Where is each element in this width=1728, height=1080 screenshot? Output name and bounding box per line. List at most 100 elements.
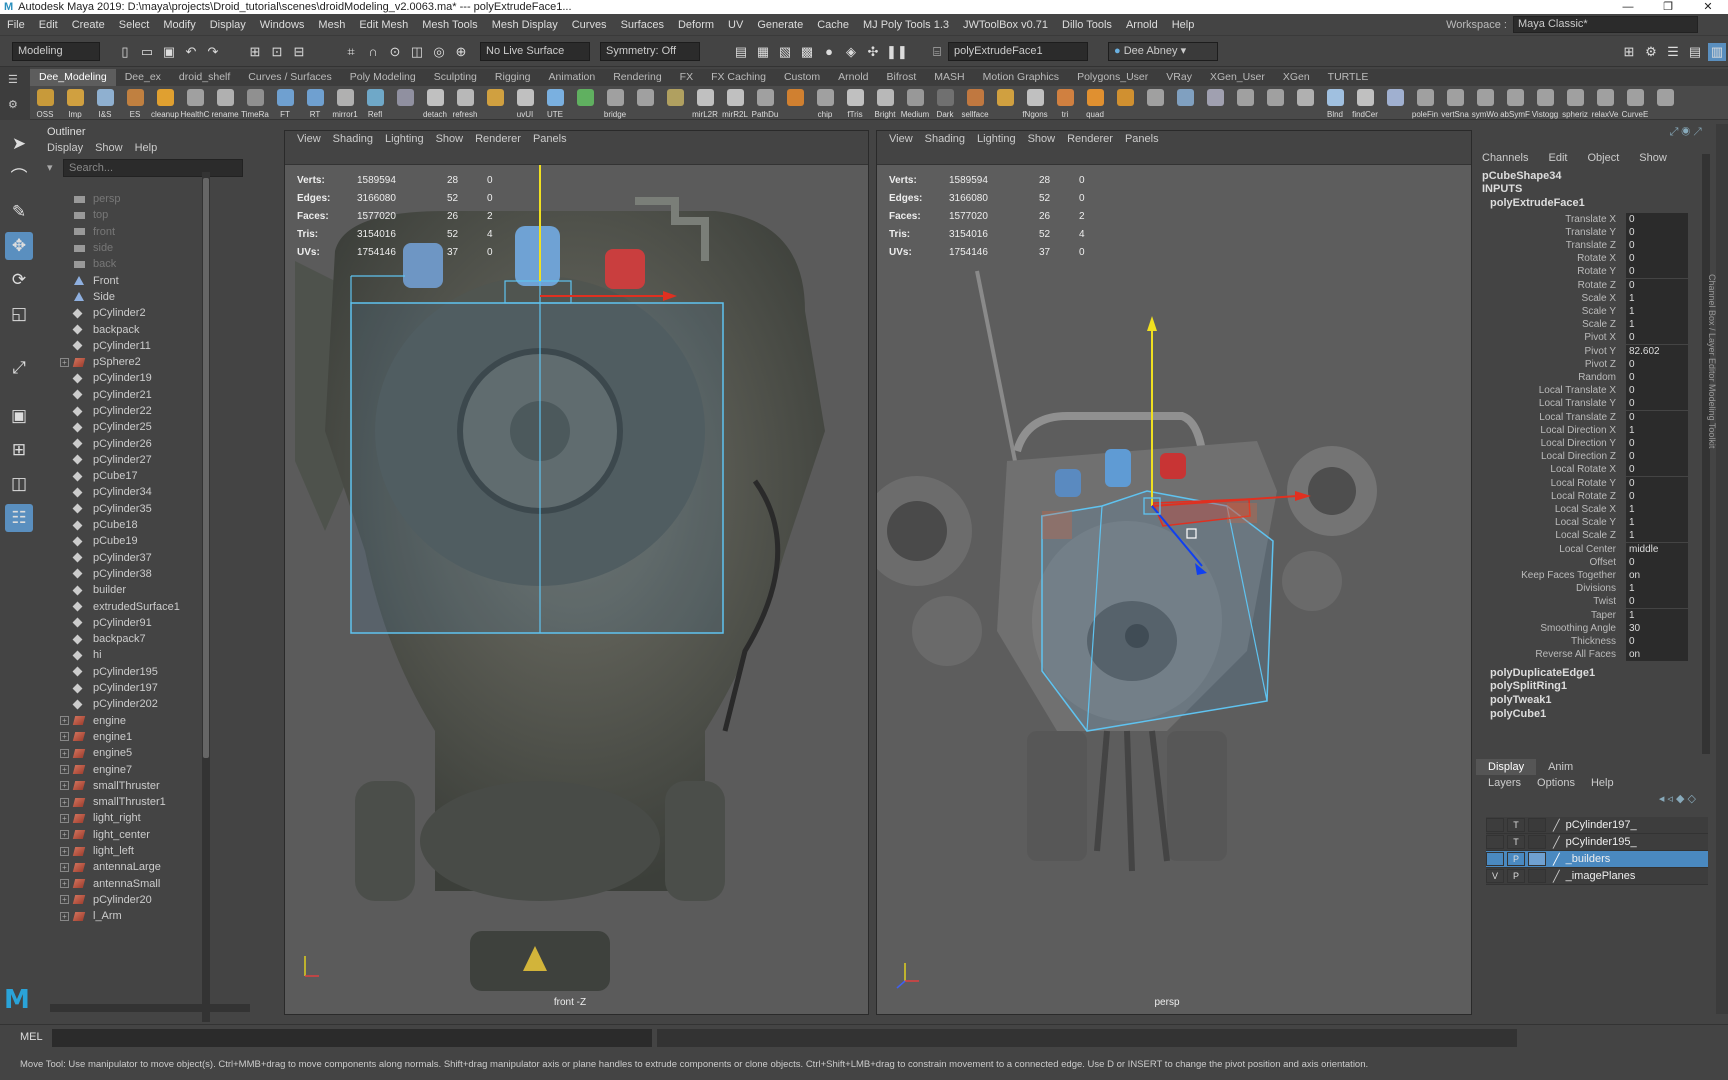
shelf-tab-rigging[interactable]: Rigging — [486, 69, 540, 86]
attribute-value-field[interactable]: 0 — [1626, 384, 1688, 398]
attribute-value-field[interactable]: on — [1626, 568, 1688, 582]
menu-item-mesh-tools[interactable]: Mesh Tools — [415, 14, 484, 36]
attribute-value-field[interactable]: 0 — [1626, 238, 1688, 252]
outliner-item[interactable]: pCylinder27 — [41, 452, 255, 468]
attribute-name[interactable]: Local Rotate Z — [1476, 491, 1626, 502]
scale-tool-icon[interactable]: ◱ — [5, 300, 33, 328]
shelf-button-tool-20[interactable] — [630, 86, 660, 120]
outliner-menu-show[interactable]: Show — [95, 140, 123, 157]
layer-color-swatch[interactable] — [1528, 852, 1546, 866]
attribute-name[interactable]: Rotate X — [1476, 253, 1626, 264]
attribute-row[interactable]: Rotate X0 — [1476, 252, 1698, 266]
attribute-name[interactable]: Local Scale Y — [1476, 517, 1626, 528]
layer-visibility-toggle[interactable] — [1486, 818, 1504, 832]
attribute-name[interactable]: Local Translate X — [1476, 385, 1626, 396]
shelf-tab-curves-surfaces[interactable]: Curves / Surfaces — [239, 69, 340, 86]
render-view-icon[interactable]: ▤ — [732, 43, 750, 61]
attribute-name[interactable]: Pivot Z — [1476, 359, 1626, 370]
outliner-item[interactable]: + l_Arm — [41, 908, 255, 924]
attribute-row[interactable]: Pivot X0 — [1476, 331, 1698, 345]
menu-item-mj-poly-tools-1-3[interactable]: MJ Poly Tools 1.3 — [856, 14, 956, 36]
outliner-item[interactable]: pCylinder26 — [41, 435, 255, 451]
shelf-button-pathdu[interactable]: PathDu — [750, 86, 780, 120]
script-language-label[interactable]: MEL — [20, 1031, 43, 1043]
menu-item-generate[interactable]: Generate — [750, 14, 810, 36]
snap-live-icon[interactable]: ⊕ — [452, 43, 470, 61]
scrollbar-thumb[interactable] — [203, 178, 209, 758]
menu-item-mesh-display[interactable]: Mesh Display — [485, 14, 565, 36]
shelf-button-tool-36[interactable] — [1110, 86, 1140, 120]
outliner-item[interactable]: pCylinder2 — [41, 305, 255, 321]
attribute-row[interactable]: Local Scale X1 — [1476, 502, 1698, 516]
attribute-value-field[interactable]: 1 — [1626, 529, 1688, 543]
attribute-name[interactable]: Scale X — [1476, 293, 1626, 304]
expand-icon[interactable]: + — [60, 716, 69, 726]
outliner-item[interactable]: pCylinder35 — [41, 501, 255, 517]
attribute-name[interactable]: Local Translate Z — [1476, 412, 1626, 423]
outliner-menu-display[interactable]: Display — [47, 140, 83, 157]
channel-menu-object[interactable]: Object — [1587, 152, 1619, 164]
shelf-button-tool-45[interactable] — [1380, 86, 1410, 120]
undo-icon[interactable]: ↶ — [182, 43, 200, 61]
attribute-value-field[interactable]: 30 — [1626, 621, 1688, 635]
layer-display-type-toggle[interactable]: P — [1507, 852, 1525, 866]
attribute-row[interactable]: Scale Y1 — [1476, 304, 1698, 318]
shelf-button-timera[interactable]: TimeRa — [240, 86, 270, 120]
render-settings-icon[interactable]: ▩ — [798, 43, 816, 61]
outliner-item[interactable]: + pSphere2 — [41, 354, 255, 370]
shelf-tab-fx-caching[interactable]: FX Caching — [702, 69, 775, 86]
outliner-item[interactable]: hi — [41, 647, 255, 663]
outliner-item[interactable]: backpack — [41, 321, 255, 337]
shelf-button-tri[interactable]: tri — [1050, 86, 1080, 120]
viewport-menu-panels[interactable]: Panels — [1125, 131, 1159, 147]
attribute-row[interactable]: Local Scale Z1 — [1476, 529, 1698, 543]
attribute-name[interactable]: Keep Faces Together — [1476, 570, 1626, 581]
menu-item-jwtoolbox-v0-71[interactable]: JWToolBox v0.71 — [956, 14, 1055, 36]
shelf-button-medium[interactable]: Medium — [900, 86, 930, 120]
attribute-value-field[interactable]: 0 — [1626, 436, 1688, 450]
outliner-item[interactable]: + pCylinder20 — [41, 892, 255, 908]
attribute-name[interactable]: Local Center — [1476, 544, 1626, 555]
attribute-name[interactable]: Smoothing Angle — [1476, 623, 1626, 634]
shelf-button-rename[interactable]: rename — [210, 86, 240, 120]
viewport-front[interactable]: View Shading Lighting Show Renderer Panels Ve… — [284, 130, 869, 1015]
shelf-button-dark[interactable]: Dark — [930, 86, 960, 120]
shelf-button-oss[interactable]: OSS — [30, 86, 60, 120]
outliner-item[interactable]: + smallThruster1 — [41, 794, 255, 810]
shelf-button-tool-42[interactable] — [1290, 86, 1320, 120]
open-scene-icon[interactable]: ▭ — [138, 43, 156, 61]
menu-item-curves[interactable]: Curves — [565, 14, 614, 36]
shelf-button-rt[interactable]: RT — [300, 86, 330, 120]
viewport-persp[interactable]: View Shading Lighting Show Renderer Panels Ve… — [876, 130, 1472, 1015]
shelf-tab-custom[interactable]: Custom — [775, 69, 829, 86]
shelf-button-tool-15[interactable] — [480, 86, 510, 120]
attribute-value-field[interactable]: 1 — [1626, 516, 1688, 530]
shelf-button-absymf[interactable]: abSymF — [1500, 86, 1530, 120]
shelf-button-ute[interactable]: UTE — [540, 86, 570, 120]
attribute-row[interactable]: Local Translate Y0 — [1476, 397, 1698, 411]
attribute-name[interactable]: Translate Y — [1476, 227, 1626, 238]
attribute-value-field[interactable]: 1 — [1626, 502, 1688, 516]
shelf-button-polefin[interactable]: poleFin — [1410, 86, 1440, 120]
shelf-button-vertsna[interactable]: vertSna — [1440, 86, 1470, 120]
shelf-menu-icon[interactable]: ☰ — [8, 73, 30, 86]
single-pane-icon[interactable]: ▣ — [5, 402, 33, 430]
layer-row[interactable]: P ╱ _builders — [1486, 851, 1708, 868]
outliner-item[interactable]: pCylinder37 — [41, 550, 255, 566]
outliner-item[interactable]: pCylinder38 — [41, 566, 255, 582]
shelf-button-cleanup[interactable]: cleanup — [150, 86, 180, 120]
outliner-item[interactable]: + engine1 — [41, 729, 255, 745]
panel-layout-icon[interactable]: ▥ — [1708, 42, 1726, 61]
input-node-name[interactable]: polyDuplicateEdge1 — [1490, 667, 1595, 679]
layer-menu-layers[interactable]: Layers — [1488, 775, 1521, 792]
user-account[interactable]: ● Dee Abney ▾ — [1108, 42, 1218, 61]
layer-color-swatch[interactable] — [1528, 835, 1546, 849]
shelf-settings-icon[interactable]: ⚙ — [8, 98, 30, 111]
shelf-tab-poly-modeling[interactable]: Poly Modeling — [341, 69, 425, 86]
outliner-menu-help[interactable]: Help — [135, 140, 158, 157]
outliner-item[interactable]: pCylinder34 — [41, 484, 255, 500]
attribute-row[interactable]: Local Translate X0 — [1476, 384, 1698, 398]
outliner-item[interactable]: extrudedSurface1 — [41, 598, 255, 614]
shelf-button-bright[interactable]: Bright — [870, 86, 900, 120]
shelf-button-symwo[interactable]: symWo — [1470, 86, 1500, 120]
